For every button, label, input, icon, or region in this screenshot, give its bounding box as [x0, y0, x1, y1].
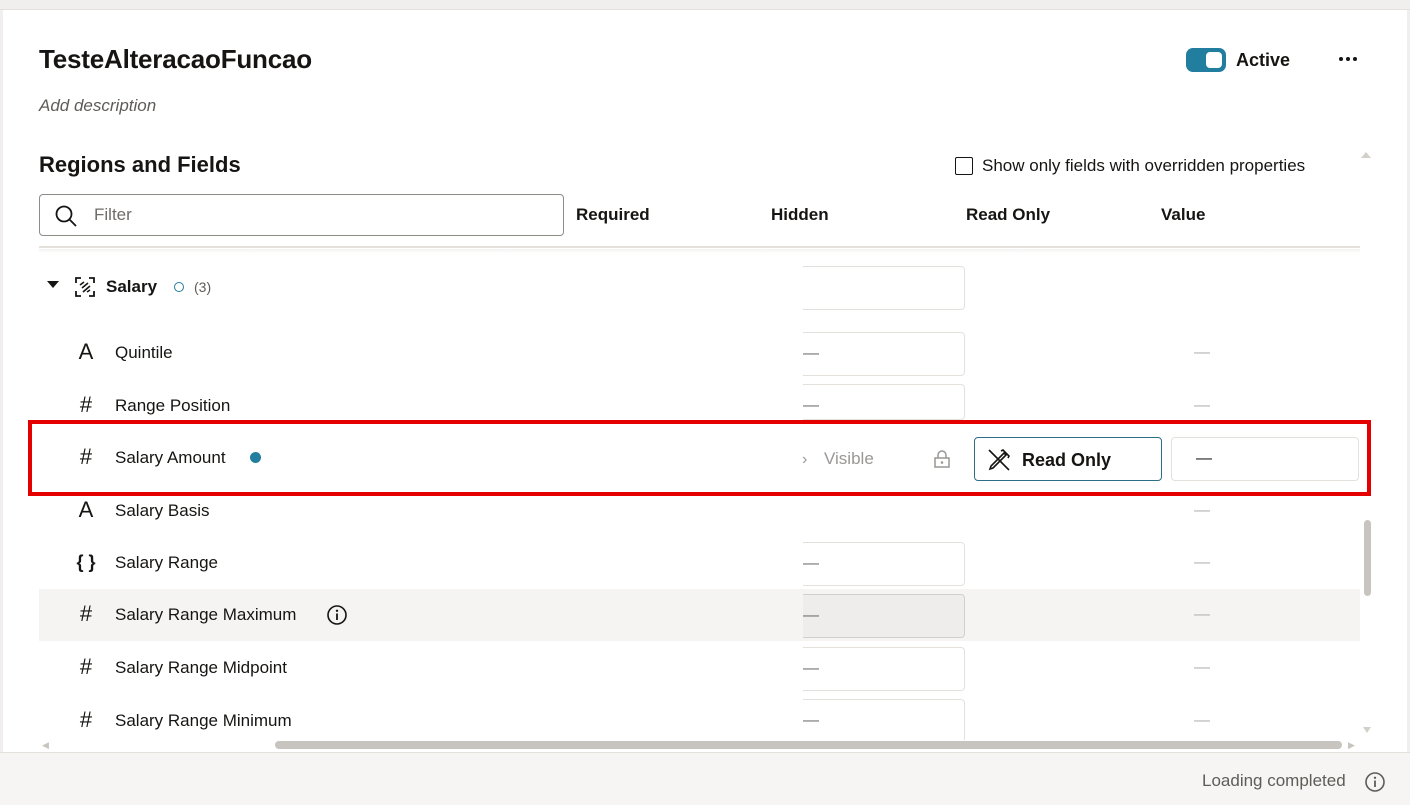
- hidden-cell[interactable]: —: [803, 647, 965, 691]
- info-icon[interactable]: [1364, 771, 1386, 793]
- field-name: Salary Range: [115, 553, 219, 572]
- group-status-dot: [174, 282, 184, 292]
- hidden-cell[interactable]: —: [803, 699, 965, 740]
- header-shadow: [39, 249, 1360, 253]
- number-type-icon: #: [79, 707, 93, 732]
- column-header-required: Required: [576, 205, 650, 224]
- value-cell: —: [1194, 554, 1210, 571]
- toggle-knob: [1206, 52, 1222, 68]
- field-name: Range Position: [115, 396, 231, 415]
- hidden-value: —: [803, 712, 819, 729]
- hidden-cell[interactable]: —: [803, 594, 965, 638]
- field-name: Salary Range Maximum: [115, 605, 297, 624]
- object-type-icon: { }: [76, 552, 96, 572]
- hidden-value: —: [803, 555, 819, 572]
- table-row-hovered[interactable]: # Salary Range Maximum — —: [39, 589, 1360, 641]
- add-description[interactable]: Add description: [39, 96, 156, 116]
- override-checkbox-label[interactable]: Show only fields with overridden propert…: [982, 156, 1305, 176]
- top-strip: [0, 0, 1410, 10]
- field-name: Salary Range Midpoint: [115, 658, 287, 677]
- scroll-down-arrow-icon[interactable]: [1362, 726, 1372, 734]
- search-icon: [55, 205, 77, 227]
- page-title: TesteAlteracaoFuncao: [39, 44, 312, 74]
- status-text: Loading completed: [1202, 771, 1346, 790]
- header-divider: [39, 246, 1360, 248]
- value-cell: —: [1194, 659, 1210, 676]
- status-footer: Loading completed: [0, 752, 1410, 805]
- hidden-cell[interactable]: —: [803, 542, 965, 586]
- hidden-cell[interactable]: —: [803, 384, 965, 420]
- active-label: Active: [1236, 50, 1291, 70]
- hidden-value: —: [803, 397, 819, 414]
- field-name: Quintile: [115, 343, 173, 362]
- column-header-hidden: Hidden: [771, 205, 829, 224]
- region-icon: [75, 277, 95, 297]
- vertical-scrollbar-thumb[interactable]: [1364, 520, 1371, 596]
- info-icon[interactable]: [326, 604, 348, 626]
- table-row[interactable]: # Salary Range Midpoint — —: [39, 642, 1360, 694]
- filter-field[interactable]: [39, 194, 564, 236]
- scroll-up-arrow-icon[interactable]: [1360, 150, 1372, 160]
- value-cell: —: [1194, 397, 1210, 414]
- hidden-value: —: [803, 607, 819, 624]
- number-type-icon: #: [79, 601, 93, 626]
- field-name: Salary Basis: [115, 501, 210, 520]
- hidden-value: —: [803, 345, 819, 362]
- table-row[interactable]: { } Salary Range — —: [39, 537, 1360, 589]
- ellipsis-icon[interactable]: [1334, 46, 1362, 72]
- group-count: (3): [194, 279, 212, 295]
- table-row[interactable]: # Salary Range Minimum — —: [39, 695, 1360, 740]
- active-toggle[interactable]: [1186, 48, 1226, 72]
- text-type-icon: A: [78, 339, 94, 364]
- collapse-caret-icon[interactable]: [47, 281, 59, 288]
- field-name: Salary Range Minimum: [115, 711, 292, 730]
- value-cell: —: [1194, 606, 1210, 623]
- number-type-icon: #: [79, 654, 93, 679]
- selection-highlight: [28, 420, 1371, 496]
- number-type-icon: #: [79, 392, 93, 417]
- section-title: Regions and Fields: [39, 152, 241, 177]
- override-checkbox[interactable]: [955, 157, 973, 175]
- value-cell: —: [1194, 344, 1210, 361]
- hidden-cell[interactable]: —: [803, 332, 965, 376]
- column-header-value: Value: [1161, 205, 1206, 224]
- left-edge: [0, 10, 3, 752]
- value-cell: —: [1194, 712, 1210, 729]
- filter-input[interactable]: [94, 203, 534, 227]
- group-name: Salary: [106, 277, 158, 296]
- value-cell: —: [1194, 502, 1210, 519]
- hidden-value: —: [803, 660, 819, 677]
- group-row-salary[interactable]: Salary (3): [39, 261, 1360, 313]
- column-header-read-only: Read Only: [966, 205, 1051, 224]
- horizontal-scrollbar-thumb[interactable]: [275, 741, 1342, 749]
- table-row[interactable]: A Quintile — —: [39, 327, 1360, 379]
- hidden-cell[interactable]: [803, 266, 965, 310]
- scroll-left-arrow-icon[interactable]: ◀: [42, 740, 49, 751]
- scroll-right-arrow-icon[interactable]: ▶: [1348, 740, 1355, 751]
- text-type-icon: A: [78, 497, 94, 522]
